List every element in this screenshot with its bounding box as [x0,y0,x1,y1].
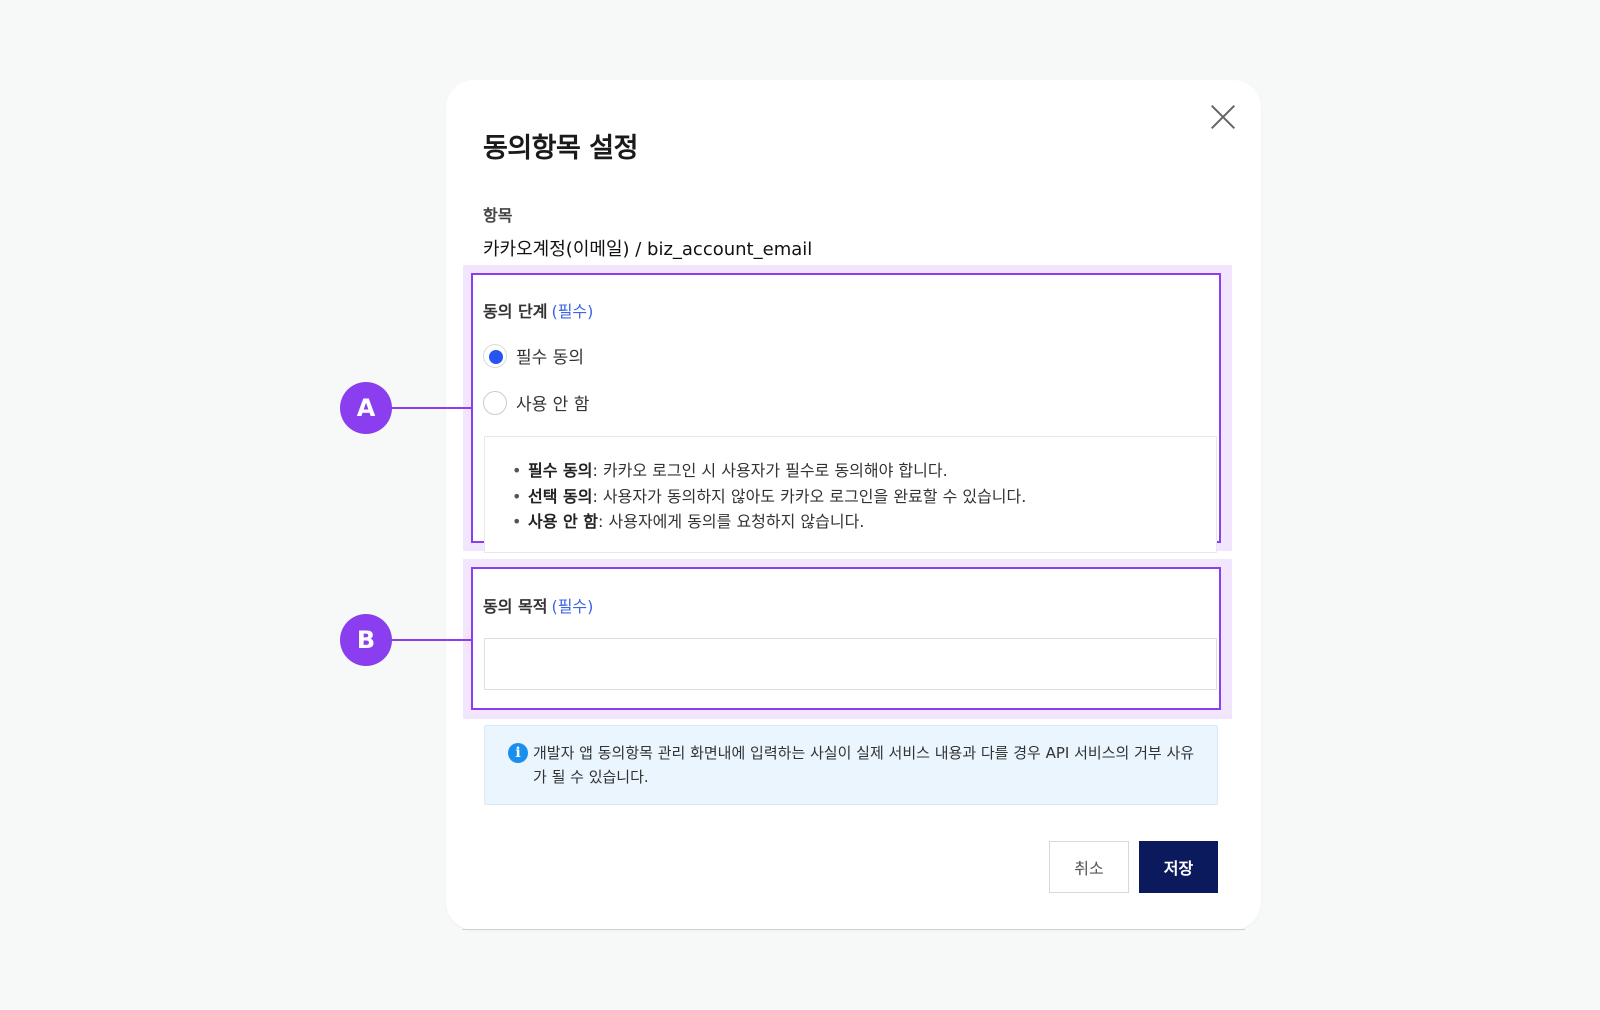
list-item: • 필수 동의: 카카오 로그인 시 사용자가 필수로 동의해야 합니다. [512,458,1026,484]
annotation-connector-b [390,639,471,641]
dialog-title: 동의항목 설정 [483,133,638,164]
description-term: 사용 안 함 [528,512,599,531]
consent-purpose-label: 동의 목적 (필수) [483,593,593,617]
bullet: • [512,461,522,480]
radio-not-used[interactable]: 사용 안 함 [483,390,589,415]
consent-level-label-text: 동의 단계 [483,302,548,321]
description-term: 선택 동의 [528,486,593,506]
info-icon: i [508,743,528,763]
annotation-badge-b: B [340,614,392,666]
description-text: : 사용자에게 동의를 요청하지 않습니다. [598,512,865,531]
radio-label: 사용 안 함 [516,395,590,415]
cancel-button[interactable]: 취소 [1049,841,1129,893]
description-text: : 사용자가 동의하지 않아도 카카오 로그인을 완료할 수 있습니다. [592,486,1027,506]
consent-purpose-input[interactable] [484,638,1217,690]
item-label: 항목 [483,206,513,225]
required-tag: (필수) [551,597,594,616]
annotation-connector-a [390,407,471,409]
bullet: • [512,486,522,506]
required-tag: (필수) [551,302,594,321]
item-value: 카카오계정(이메일) / biz_account_email [483,239,813,260]
bullet: • [512,512,522,531]
close-icon[interactable] [1210,104,1236,130]
consent-level-label: 동의 단계 (필수) [483,298,593,322]
notice-text: 개발자 앱 동의항목 관리 화면내에 입력하는 사실이 실제 서비스 내용과 다… [533,744,1195,786]
consent-level-description-list: • 필수 동의: 카카오 로그인 시 사용자가 필수로 동의해야 합니다. • 선택… [512,458,1026,535]
description-text: : 카카오 로그인 시 사용자가 필수로 동의해야 합니다. [592,461,948,480]
consent-purpose-label-text: 동의 목적 [483,597,548,616]
list-item: • 사용 안 함: 사용자에게 동의를 요청하지 않습니다. [512,509,1026,535]
radio-required-consent[interactable]: 필수 동의 [483,343,584,368]
radio-button[interactable] [483,390,507,415]
radio-label: 필수 동의 [516,348,584,368]
save-button[interactable]: 저장 [1139,841,1218,893]
list-item: • 선택 동의: 사용자가 동의하지 않아도 카카오 로그인을 완료할 수 있습니… [512,484,1026,510]
annotation-badge-a: A [340,382,392,434]
radio-button-checked[interactable] [483,343,507,368]
dialog-bottom-divider [462,929,1245,930]
description-term: 필수 동의 [528,461,593,480]
